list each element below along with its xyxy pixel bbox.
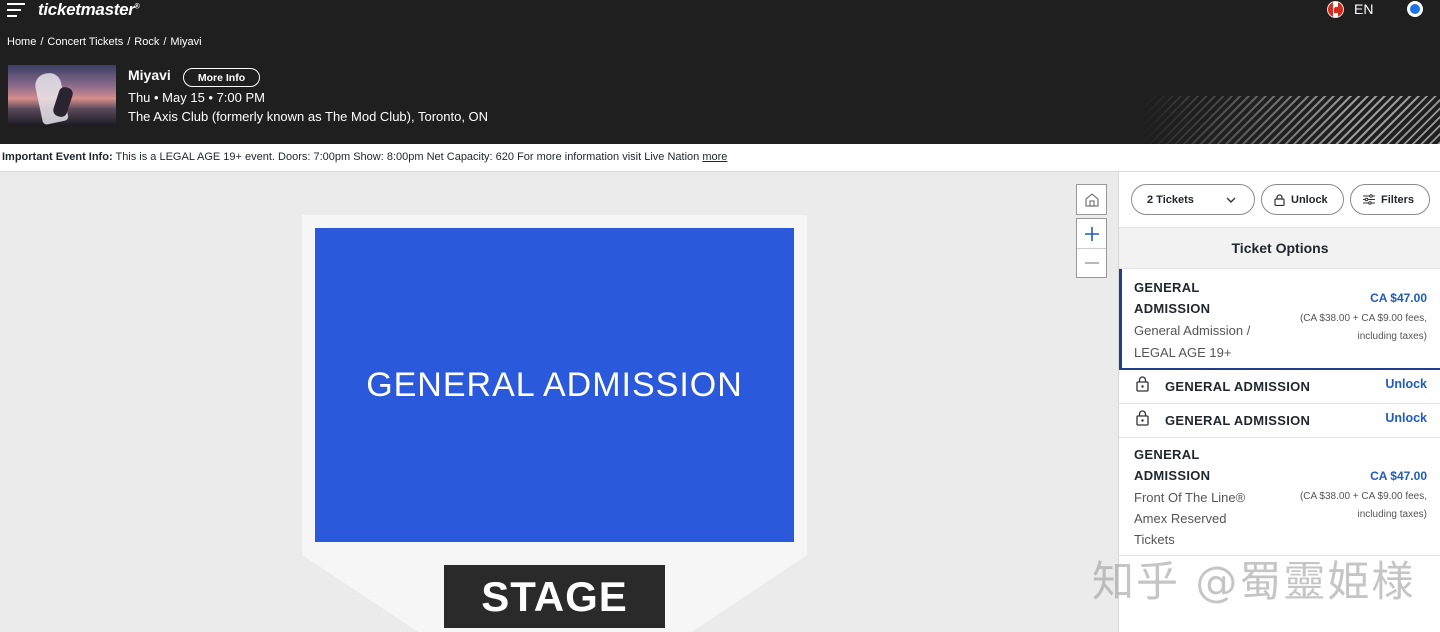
event-header: ticketmaster® EN Home / Concert Tickets / Ro…	[0, 0, 1440, 144]
event-venue: The Axis Club (formerly known as The Mod…	[128, 109, 489, 124]
zoom-in-button[interactable]	[1077, 219, 1106, 248]
lock-icon	[1274, 193, 1285, 206]
breadcrumb-rock[interactable]: Rock	[134, 36, 159, 48]
unlock-link[interactable]: Unlock	[1385, 411, 1427, 425]
canada-flag-icon[interactable]	[1327, 1, 1344, 18]
ticket-description: Amex Reserved	[1134, 511, 1227, 526]
important-event-info: Important Event Info: This is a LEGAL AG…	[0, 144, 1440, 172]
menu-icon[interactable]	[7, 3, 25, 17]
ticket-fees: (CA $38.00 + CA $9.00 fees,	[1299, 491, 1427, 502]
locked-ticket-row[interactable]: GENERAL ADMISSION Unlock	[1119, 370, 1440, 404]
filters-button[interactable]: Filters	[1350, 184, 1430, 215]
filters-label: Filters	[1381, 193, 1415, 206]
plus-icon	[1084, 226, 1099, 241]
filter-sliders-icon	[1363, 194, 1375, 205]
stage: STAGE	[444, 565, 665, 628]
chevron-down-icon	[1226, 197, 1236, 203]
ticket-options-title: Ticket Options	[1119, 228, 1440, 269]
ticket-quantity-select[interactable]: 2 Tickets	[1131, 184, 1255, 215]
ticket-fees: including taxes)	[1357, 509, 1427, 520]
panel-toolbar: 2 Tickets Unlock Filters	[1119, 172, 1440, 228]
section-general-admission[interactable]: GENERAL ADMISSION	[315, 228, 794, 542]
header-stripe-decoration	[1140, 96, 1440, 144]
unlock-link[interactable]: Unlock	[1385, 377, 1427, 391]
seat-map[interactable]: GENERAL ADMISSION STAGE	[0, 172, 1118, 632]
ticket-section-name: GENERAL	[1134, 280, 1200, 295]
breadcrumb-home[interactable]: Home	[7, 36, 36, 48]
locked-ticket-row[interactable]: GENERAL ADMISSION Unlock	[1119, 404, 1440, 438]
account-icon[interactable]	[1407, 1, 1423, 17]
ticket-section-name: GENERAL ADMISSION	[1165, 379, 1311, 394]
ticket-option-row[interactable]: GENERAL ADMISSION Front Of The Line® Ame…	[1119, 438, 1440, 556]
ticket-quantity-value: 2 Tickets	[1147, 193, 1194, 206]
ticket-description: General Admission /	[1134, 323, 1251, 338]
more-info-button[interactable]: More Info	[183, 68, 260, 87]
event-thumbnail	[8, 65, 116, 126]
ticket-section-name: ADMISSION	[1134, 468, 1211, 483]
event-date: Thu • May 15 • 7:00 PM	[128, 90, 265, 105]
unlock-label: Unlock	[1291, 193, 1328, 206]
breadcrumb-current: Miyavi	[170, 36, 202, 48]
info-label: Important Event Info:	[2, 151, 113, 163]
unlock-button[interactable]: Unlock	[1261, 184, 1344, 215]
lock-icon	[1136, 376, 1149, 392]
ticket-section-name: GENERAL	[1134, 447, 1200, 462]
ticketmaster-logo[interactable]: ticketmaster®	[38, 0, 140, 20]
ticket-option-row[interactable]: GENERAL ADMISSION General Admission / LE…	[1119, 269, 1440, 370]
ticket-price: CA $47.00	[1370, 291, 1427, 305]
ticket-price: CA $47.00	[1370, 469, 1427, 483]
ticket-section-name: ADMISSION	[1134, 301, 1211, 316]
minus-icon	[1084, 262, 1099, 264]
info-more-link[interactable]: more	[702, 151, 727, 163]
reset-map-button[interactable]	[1076, 184, 1107, 215]
zoom-out-button[interactable]	[1077, 248, 1106, 277]
home-icon	[1084, 192, 1099, 207]
info-text: This is a LEGAL AGE 19+ event. Doors: 7:…	[115, 151, 700, 163]
event-title: Miyavi	[128, 67, 171, 83]
watermark: 知乎 @蜀靈姫様	[1092, 557, 1416, 606]
ticket-section-name: GENERAL ADMISSION	[1165, 413, 1311, 428]
lock-icon	[1136, 410, 1149, 426]
ticket-fees: including taxes)	[1357, 331, 1427, 342]
ticket-fees: (CA $38.00 + CA $9.00 fees,	[1299, 313, 1427, 324]
breadcrumb: Home / Concert Tickets / Rock / Miyavi	[7, 36, 202, 48]
ticket-description: Front Of The Line®	[1134, 490, 1246, 505]
breadcrumb-concert-tickets[interactable]: Concert Tickets	[47, 36, 123, 48]
zoom-controls	[1076, 218, 1107, 278]
ticket-description: LEGAL AGE 19+	[1134, 345, 1232, 360]
language-selector[interactable]: EN	[1354, 1, 1373, 17]
